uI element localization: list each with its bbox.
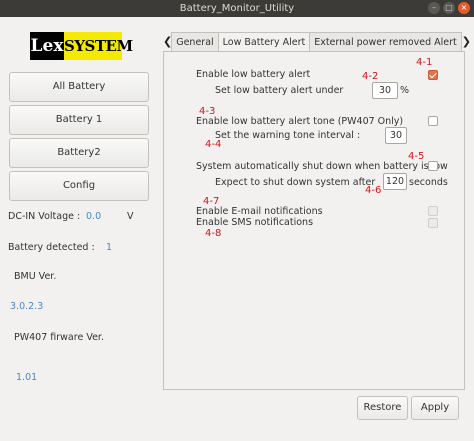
enable-alert-tone-label: Enable low battery alert tone (PW407 Onl… [196, 116, 404, 127]
window-controls: – □ × [428, 2, 470, 14]
tab-low-battery-alert[interactable]: Low Battery Alert [217, 32, 311, 51]
tone-interval-label: Set the warning tone interval : [215, 130, 361, 141]
dcin-voltage-label: DC-IN Voltage : [8, 211, 81, 222]
battery-2-button[interactable]: Battery2 [9, 138, 149, 168]
battery-1-button[interactable]: Battery 1 [9, 105, 149, 135]
pw407-firmware-label: PW407 firware Ver. [14, 332, 104, 343]
annotation-4-2: 4-2 [362, 71, 379, 82]
close-icon[interactable]: × [458, 2, 470, 14]
config-button[interactable]: Config [9, 171, 149, 201]
bmu-version-value: 3.0.2.3 [10, 301, 44, 312]
auto-shutdown-checkbox[interactable] [428, 161, 438, 171]
pw407-firmware-value: 1.01 [16, 372, 38, 383]
apply-button[interactable]: Apply [411, 396, 459, 420]
restore-button[interactable]: Restore [357, 396, 408, 420]
enable-low-battery-alert-checkbox[interactable] [428, 70, 438, 80]
bmu-version-label: BMU Ver. [14, 271, 57, 282]
battery-detected-value: 1 [106, 242, 113, 253]
dcin-voltage-value: 0.0 [86, 211, 102, 222]
enable-email-notifications-label: Enable E-mail notifications [196, 206, 323, 217]
annotation-4-1: 4-1 [416, 57, 433, 68]
annotation-4-4: 4-4 [205, 139, 222, 150]
settings-tab-bar: ❮ General Low Battery Alert External pow… [163, 32, 471, 52]
auto-shutdown-label: System automatically shut down when batt… [196, 161, 448, 172]
minimize-icon[interactable]: – [428, 2, 440, 14]
shutdown-after-unit: seconds [409, 177, 448, 188]
logo-lex: Lex [30, 32, 64, 60]
all-battery-button[interactable]: All Battery [9, 72, 149, 102]
annotation-4-8: 4-8 [205, 228, 222, 239]
annotation-4-6: 4-6 [365, 185, 382, 196]
enable-low-battery-alert-label: Enable low battery alert [196, 69, 311, 80]
enable-email-notifications-checkbox[interactable] [428, 206, 438, 216]
low-alert-under-label: Set low battery alert under [215, 85, 344, 96]
dcin-voltage-unit: V [127, 211, 134, 222]
window-title: Battery_Monitor_Utility [179, 3, 295, 14]
tone-interval-input[interactable]: 30 [385, 127, 407, 144]
enable-sms-notifications-checkbox[interactable] [428, 218, 438, 228]
logo-system: SYSTEM [64, 32, 133, 60]
tab-external-power-removed-alert[interactable]: External power removed Alert [309, 32, 462, 51]
low-alert-under-unit: % [400, 85, 410, 96]
tab-general[interactable]: General [171, 32, 219, 51]
lex-system-logo: Lex SYSTEM [30, 32, 133, 60]
shutdown-after-input[interactable]: 120 [383, 173, 407, 190]
low-alert-under-input[interactable]: 30 [372, 82, 398, 99]
enable-alert-tone-checkbox[interactable] [428, 116, 438, 126]
shutdown-after-label: Expect to shut down system after [215, 177, 376, 188]
enable-sms-notifications-label: Enable SMS notifications [196, 217, 314, 228]
battery-detected-label: Battery detected : [8, 242, 95, 253]
maximize-icon[interactable]: □ [443, 2, 455, 14]
title-bar: Battery_Monitor_Utility – □ × [0, 0, 474, 17]
tab-next-icon[interactable]: ❯ [462, 32, 471, 51]
